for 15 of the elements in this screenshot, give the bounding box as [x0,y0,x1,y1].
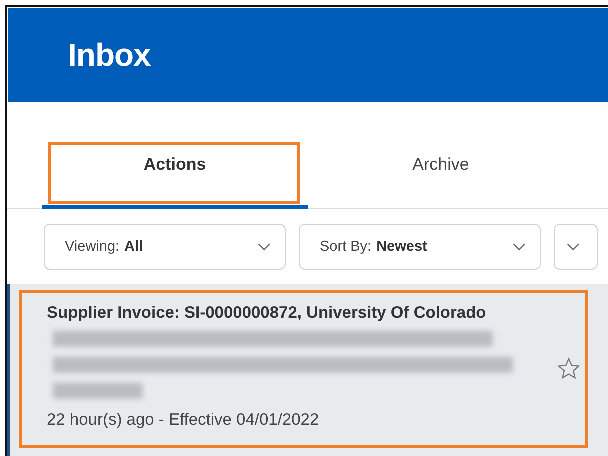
dropdown-label: Viewing: [65,239,120,255]
page-title: Inbox [68,36,151,74]
chevron-down-icon [513,243,526,251]
item-meta: 22 hour(s) ago - Effective 04/01/2022 [47,411,320,430]
chevron-down-icon [567,243,580,251]
dropdown-value: Newest [376,239,428,255]
tab[interactable]: Actions [42,132,308,209]
dropdown-label: Sort By: [320,239,372,255]
tab[interactable]: Archive [308,132,574,209]
star-icon[interactable] [557,357,581,381]
chevron-down-icon [258,243,271,251]
item-title: Supplier Invoice: SI-0000000872, University Of Colorado [47,304,488,323]
dropdown-value: All [124,239,144,255]
dropdown[interactable]: Viewing: All [44,224,286,270]
dropdown[interactable]: Sort By: Newest [299,224,541,270]
